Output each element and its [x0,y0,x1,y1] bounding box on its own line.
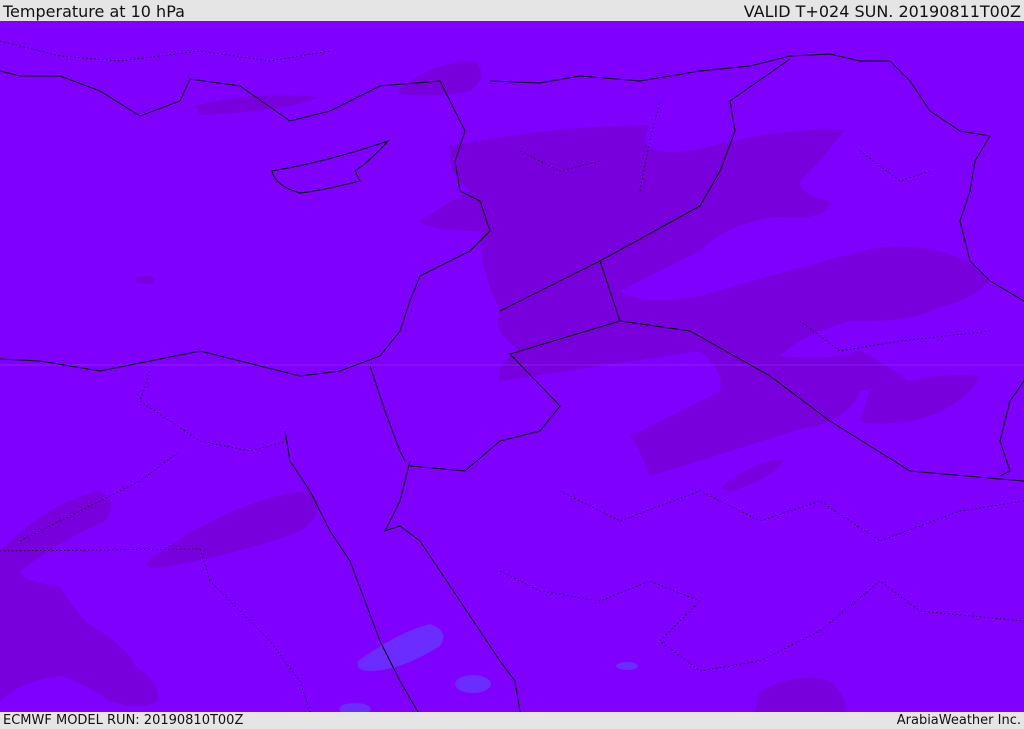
temperature-map [0,21,1024,712]
map-title: Temperature at 10 hPa [3,2,185,21]
cool-area-3 [616,662,638,670]
credit: ArabiaWeather Inc. [896,713,1021,728]
header-bar: Temperature at 10 hPa VALID T+024 SUN. 2… [0,0,1024,21]
valid-time: VALID T+024 SUN. 20190811T00Z [743,2,1021,21]
cool-area-2 [455,675,491,693]
warm-spot [135,276,155,284]
footer-bar: ECMWF MODEL RUN: 20190810T00Z ArabiaWeat… [0,712,1024,729]
model-run: ECMWF MODEL RUN: 20190810T00Z [3,713,244,728]
